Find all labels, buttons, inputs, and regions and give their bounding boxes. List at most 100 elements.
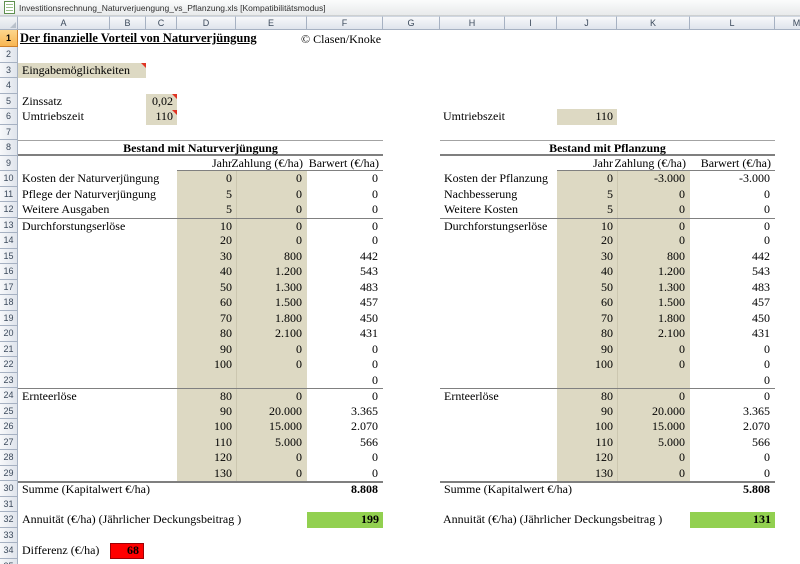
cell-barwert[interactable]: 442 [307,249,383,265]
cell-label[interactable] [18,404,177,420]
column-header-F[interactable]: F [307,16,383,30]
cell-barwert[interactable]: 450 [690,311,775,327]
cell-label[interactable] [440,435,557,451]
cell-barwert[interactable]: 0 [307,373,383,389]
cell-jahr[interactable]: 80 [177,388,236,404]
cell-barwert[interactable]: 431 [307,326,383,342]
cell-barwert[interactable]: 0 [690,202,775,218]
row-header-25[interactable]: 25 [0,404,18,420]
cell-jahr[interactable]: 90 [557,404,617,420]
cell-label[interactable] [440,249,557,265]
cell-barwert[interactable]: 0 [307,218,383,234]
cell-zahlung[interactable]: -3.000 [617,171,690,187]
cell-label[interactable]: Durchforstungserlöse [18,218,177,234]
cell-barwert[interactable]: 0 [307,466,383,482]
cell-jahr[interactable]: 130 [177,466,236,482]
cell-label[interactable] [18,466,177,482]
cell-label[interactable] [440,280,557,296]
cell-zahlung[interactable]: 0 [617,450,690,466]
cell-barwert[interactable]: 483 [307,280,383,296]
cell-zahlung[interactable]: 0 [236,218,307,234]
cell-barwert[interactable]: 0 [307,171,383,187]
cell-label[interactable]: Pflege der Naturverjüngung [18,187,177,203]
annuity-value-cell[interactable]: 131 [690,512,775,528]
cell-barwert[interactable]: 457 [690,295,775,311]
row-header-16[interactable]: 16 [0,264,18,280]
cell-label[interactable] [440,326,557,342]
cell-zahlung[interactable]: 2.100 [617,326,690,342]
annuity-value-cell[interactable]: 199 [307,512,383,528]
row-header-3[interactable]: 3 [0,63,18,79]
cell-empty[interactable] [18,156,177,172]
table-heading-naturverjuengung[interactable]: Bestand mit Naturverjüngung [18,140,383,156]
cell-label[interactable] [18,419,177,435]
sum-row[interactable]: Summe (Kapitalwert €/ha) 5.808 [440,481,775,497]
cell-label[interactable] [440,404,557,420]
cell-zahlung[interactable]: 5.000 [617,435,690,451]
cell-jahr[interactable]: 0 [177,171,236,187]
sheet-title[interactable]: Der finanzielle Vorteil von Naturverjüng… [20,31,257,47]
row-header-17[interactable]: 17 [0,280,18,296]
cell-barwert[interactable]: 431 [690,326,775,342]
cell-zahlung[interactable]: 0 [617,202,690,218]
cell-jahr[interactable]: 80 [557,326,617,342]
row-header-14[interactable]: 14 [0,233,18,249]
cell-zahlung[interactable]: 20.000 [236,404,307,420]
cell-barwert[interactable]: 0 [690,450,775,466]
cell-label[interactable] [18,280,177,296]
table-heading-pflanzung[interactable]: Bestand mit Pflanzung [440,140,775,156]
cell-barwert[interactable]: 0 [307,187,383,203]
column-header-jahr[interactable]: Jahr [557,156,617,172]
cell-barwert[interactable]: 2.070 [307,419,383,435]
cell-jahr[interactable]: 90 [557,342,617,358]
row-header-21[interactable]: 21 [0,342,18,358]
cell-label[interactable] [18,373,177,389]
row-header-18[interactable]: 18 [0,295,18,311]
cell-barwert[interactable]: 543 [690,264,775,280]
cell-zahlung[interactable]: 1.500 [617,295,690,311]
cell-zahlung[interactable]: 0 [236,342,307,358]
column-header-K[interactable]: K [617,16,690,30]
cell-barwert[interactable]: 0 [690,388,775,404]
cell-jahr[interactable]: 30 [557,249,617,265]
row-header-35[interactable]: 35 [0,559,18,564]
cell-label[interactable] [440,342,557,358]
cell-barwert[interactable]: 0 [690,373,775,389]
umtriebszeit-label[interactable]: Umtriebszeit [22,109,84,125]
cell-label[interactable] [18,311,177,327]
cell-jahr[interactable]: 0 [557,171,617,187]
cell-jahr[interactable]: 10 [177,218,236,234]
row-header-12[interactable]: 12 [0,202,18,218]
cell-jahr[interactable]: 5 [557,202,617,218]
cell-zahlung[interactable]: 15.000 [617,419,690,435]
row-header-13[interactable]: 13 [0,218,18,234]
cell-label[interactable] [18,264,177,280]
column-header-A[interactable]: A [18,16,110,30]
column-header-L[interactable]: L [690,16,775,30]
cell-jahr[interactable]: 120 [177,450,236,466]
cell-jahr[interactable]: 20 [557,233,617,249]
cell-zahlung[interactable]: 5.000 [236,435,307,451]
row-header-11[interactable]: 11 [0,187,18,203]
cell-zahlung[interactable]: 1.800 [236,311,307,327]
cell-label[interactable]: Nachbesserung [440,187,557,203]
cell-label[interactable] [440,450,557,466]
column-header-J[interactable]: J [557,16,617,30]
cell-zahlung[interactable]: 2.100 [236,326,307,342]
cell-barwert[interactable]: 0 [690,187,775,203]
cell-jahr[interactable]: 40 [177,264,236,280]
cell-zahlung[interactable]: 1.300 [236,280,307,296]
cell-barwert[interactable]: 543 [307,264,383,280]
cell-label[interactable]: Ernteerlöse [440,388,557,404]
row-header-30[interactable]: 30 [0,481,18,497]
difference-value-cell[interactable]: 68 [110,543,144,559]
column-header-D[interactable]: D [177,16,236,30]
cell-barwert[interactable]: 3.365 [690,404,775,420]
column-header-I[interactable]: I [505,16,557,30]
cell-zahlung[interactable]: 0 [617,218,690,234]
column-header-barwert[interactable]: Barwert (€/ha) [690,156,775,172]
cell-jahr[interactable]: 50 [557,280,617,296]
row-header-5[interactable]: 5 [0,94,18,110]
cell-barwert[interactable]: -3.000 [690,171,775,187]
cell-label[interactable]: Weitere Kosten [440,202,557,218]
